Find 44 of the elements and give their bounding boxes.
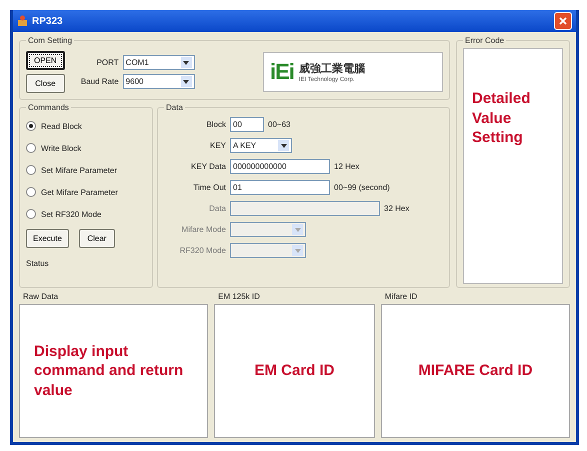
field-label: PORT	[96, 58, 119, 67]
clear-button[interactable]: Clear	[78, 229, 115, 248]
status-label: Status	[26, 259, 49, 268]
field-label: KEY	[208, 141, 226, 150]
annotation: MIFARE Card ID	[418, 361, 533, 381]
dropdown[interactable]: A KEY	[230, 138, 292, 153]
group-title: Com Setting	[27, 36, 74, 45]
range-hint: 00~63	[268, 120, 290, 129]
field-label: Mifare Mode	[180, 225, 226, 234]
group-title: Error Code	[464, 36, 506, 45]
field-label: Time Out	[192, 183, 226, 192]
panel-title: Mifare ID	[384, 292, 418, 301]
radio-option[interactable]: Set RF320 Mode	[26, 203, 146, 225]
open-button[interactable]: OPEN	[26, 51, 65, 70]
radio-option[interactable]: Write Block	[26, 137, 146, 159]
input-field[interactable]: 01	[230, 180, 330, 195]
dropdown[interactable]: 9600	[122, 74, 195, 89]
app-icon	[17, 15, 28, 27]
execute-button[interactable]: Execute	[26, 229, 69, 248]
range-hint: 00~99 (second)	[334, 183, 390, 192]
annotation: Display input command and return value	[34, 342, 184, 400]
field-label: Baud Rate	[80, 77, 119, 86]
dropdown[interactable]: COM1	[122, 55, 195, 70]
annotation: Detailed Value Setting	[472, 89, 532, 148]
field-label: Data	[208, 204, 226, 213]
radio-option[interactable]: Read Block	[26, 115, 146, 137]
input-field[interactable]: 00	[230, 117, 264, 132]
range-hint: 12 Hex	[334, 162, 360, 171]
field-label: RF320 Mode	[178, 246, 226, 255]
panel-title: EM 125k ID	[217, 292, 261, 301]
close-port-button[interactable]: Close	[26, 74, 65, 93]
radio-option[interactable]: Get Mifare Parameter	[26, 181, 146, 203]
panel-title: Raw Data	[22, 292, 60, 301]
close-button[interactable]	[554, 12, 572, 30]
group-title: Commands	[27, 103, 70, 112]
close-icon	[559, 17, 567, 25]
window-title: RP323	[32, 16, 64, 26]
radio-option[interactable]: Set Mifare Parameter	[26, 159, 146, 181]
annotation: EM Card ID	[254, 361, 334, 381]
field-label: KEY Data	[190, 162, 226, 171]
group-title: Data	[165, 103, 184, 112]
field-label: Block	[205, 120, 226, 129]
range-hint: 32 Hex	[384, 204, 410, 213]
input-field[interactable]: 000000000000	[230, 159, 330, 174]
